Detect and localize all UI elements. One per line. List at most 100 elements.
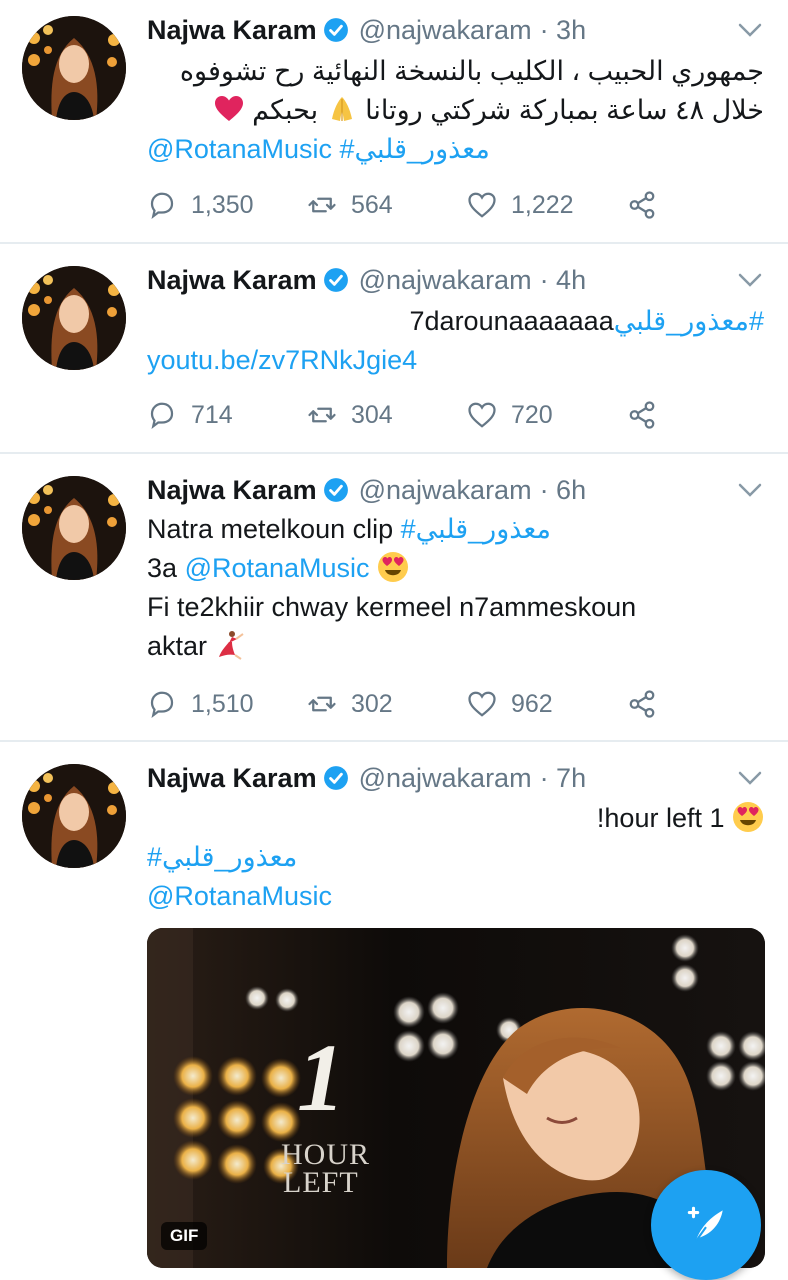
chevron-down-icon[interactable] <box>736 270 764 290</box>
author-name[interactable]: Najwa Karam <box>147 15 317 46</box>
compose-tweet-button[interactable] <box>651 1170 761 1280</box>
heart-eyes-emoji-icon <box>733 802 763 832</box>
reply-count: 1,510 <box>191 689 254 718</box>
retweet-icon <box>308 696 336 712</box>
hashtag-link[interactable]: #معذور_قلبي <box>147 842 297 872</box>
like-button[interactable]: 1,222 <box>467 185 574 225</box>
tweet-line: aktar <box>147 627 764 666</box>
verified-badge-icon <box>323 268 348 292</box>
avatar[interactable] <box>22 764 126 868</box>
tweet-line: @RotanaMusic <box>147 877 764 916</box>
author-name[interactable]: Najwa Karam <box>147 475 317 506</box>
mention-link[interactable]: @RotanaMusic <box>147 881 332 911</box>
retweet-count: 302 <box>351 689 393 718</box>
tweet-line: !hour left 1 <box>147 799 764 838</box>
mention-link[interactable]: @RotanaMusic <box>185 553 370 583</box>
share-button[interactable] <box>627 395 671 435</box>
author-name[interactable]: Najwa Karam <box>147 763 317 794</box>
avatar-image <box>22 16 126 120</box>
verified-badge-icon <box>323 18 348 42</box>
like-button[interactable]: 720 <box>467 395 553 435</box>
reply-icon <box>150 691 174 718</box>
avatar[interactable] <box>22 16 126 120</box>
tweet-line: 3a @RotanaMusic <box>147 549 764 588</box>
share-icon <box>629 401 655 429</box>
verified-badge-icon <box>323 478 348 502</box>
chevron-down-icon[interactable] <box>736 480 764 500</box>
tweet-header: Najwa Karam @najwakaram · 3h <box>147 12 586 48</box>
mention-link[interactable]: @RotanaMusic <box>147 134 332 164</box>
chevron-down-icon[interactable] <box>736 20 764 40</box>
retweet-count: 564 <box>351 190 393 219</box>
tweet-header: Najwa Karam @najwakaram · 4h <box>147 262 586 298</box>
retweet-count: 304 <box>351 400 393 429</box>
tweet-text-segment: Natra metelkoun clip <box>147 514 394 544</box>
url-link[interactable]: youtu.be/zv7RNkJgie4 <box>147 345 417 375</box>
avatar-image <box>22 266 126 370</box>
avatar-image <box>22 764 126 868</box>
retweet-button[interactable]: 302 <box>307 684 393 724</box>
tweet-text-segment: 3a <box>147 553 178 583</box>
reply-count: 1,350 <box>191 190 254 219</box>
tweet-actions: 714 304 720 <box>147 395 667 435</box>
hashtag-link[interactable]: #معذور_قلبي <box>401 514 551 544</box>
avatar[interactable] <box>22 476 126 580</box>
tweet-text: #معذور_قلبي7darounaaaaaaa youtu.be/zv7RN… <box>147 302 764 380</box>
avatar[interactable] <box>22 266 126 370</box>
author-handle[interactable]: @najwakaram <box>359 15 532 46</box>
tweet-line: Natra metelkoun clip #معذور_قلبي <box>147 510 764 549</box>
tweet-time: · 6h <box>539 474 587 505</box>
tweet[interactable]: Najwa Karam @najwakaram · 6h Natra metel… <box>0 454 788 740</box>
reply-icon <box>150 402 174 429</box>
folded-hands-emoji-icon <box>331 97 352 121</box>
author-handle[interactable]: @najwakaram <box>359 475 532 506</box>
avatar-image <box>22 476 126 580</box>
tweet-text-segment: aktar <box>147 631 208 661</box>
chevron-down-icon[interactable] <box>736 768 764 788</box>
tweet-line: Fi te2khiir chway kermeel n7ammeskoun <box>147 592 637 622</box>
retweet-button[interactable]: 564 <box>307 185 393 225</box>
retweet-icon <box>308 197 336 213</box>
tweet-text-segment: بحبكم <box>252 95 319 125</box>
tweet-line: خلال ٤٨ ساعة بمباركة شركتي روتانا بحبكم <box>147 91 764 130</box>
compose-tweet-icon <box>687 1206 723 1243</box>
tweet-text-segment: 7darounaaaaaaa <box>409 306 614 336</box>
heart-icon <box>468 691 496 717</box>
tweet[interactable]: Najwa Karam @najwakaram · 3h جمهوري الحب… <box>0 0 788 242</box>
retweet-icon <box>308 407 336 423</box>
author-name[interactable]: Najwa Karam <box>147 265 317 296</box>
tweet-line: @RotanaMusic #معذور_قلبي <box>147 130 764 169</box>
tweet-line: #معذور_قلبي7darounaaaaaaa <box>147 302 764 341</box>
author-handle[interactable]: @najwakaram <box>359 763 532 794</box>
reply-icon <box>150 192 174 219</box>
tweet[interactable]: Najwa Karam @najwakaram · 4h #معذور_قلبي… <box>0 244 788 452</box>
tweet-line: جمهوري الحبيب ، الكليب بالنسخة النهائية … <box>179 56 764 86</box>
gif-badge: GIF <box>161 1222 208 1250</box>
reply-button[interactable]: 714 <box>147 395 233 435</box>
tweet-actions: 1,510 302 962 <box>147 684 667 724</box>
tweet-time: · 3h <box>539 14 587 45</box>
reply-button[interactable]: 1,350 <box>147 185 254 225</box>
like-button[interactable]: 962 <box>467 684 553 724</box>
reply-button[interactable]: 1,510 <box>147 684 254 724</box>
heart-icon <box>468 192 496 218</box>
countdown-number: 1 <box>297 1024 345 1131</box>
share-button[interactable] <box>627 185 671 225</box>
red-heart-emoji-icon <box>214 96 243 121</box>
share-button[interactable] <box>627 684 671 724</box>
tweet-text: !hour left 1 #معذور_قلبي @RotanaMusic <box>147 799 764 916</box>
tweet-text-segment: !hour left 1 <box>596 803 725 833</box>
share-icon <box>629 690 655 718</box>
author-handle[interactable]: @najwakaram <box>359 265 532 296</box>
like-count: 962 <box>511 689 553 718</box>
hashtag-link[interactable]: #معذور_قلبي <box>340 134 490 164</box>
tweet-text-segment: خلال ٤٨ ساعة بمباركة شركتي روتانا <box>365 95 764 125</box>
timeline-feed: Najwa Karam @najwakaram · 3h جمهوري الحب… <box>0 0 788 1280</box>
tweet-time: · 4h <box>539 264 587 295</box>
heart-icon <box>468 402 496 428</box>
tweet-line: #معذور_قلبي <box>147 838 764 877</box>
tweet-text: جمهوري الحبيب ، الكليب بالنسخة النهائية … <box>147 52 764 169</box>
like-count: 720 <box>511 400 553 429</box>
retweet-button[interactable]: 304 <box>307 395 393 435</box>
hashtag-link[interactable]: #معذور_قلبي <box>614 306 764 336</box>
